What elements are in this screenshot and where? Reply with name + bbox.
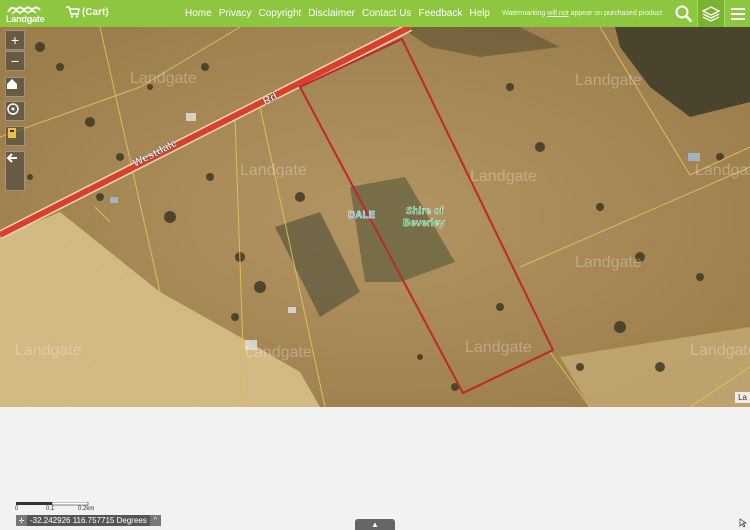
top-bar: Landgate (Cart) Home Privacy Copyright D… <box>0 0 750 27</box>
nav-feedback[interactable]: Feedback <box>418 8 462 19</box>
map-canvas[interactable]: Landgate Landgate Landgate Landgate Land… <box>0 27 750 407</box>
home-button[interactable] <box>5 77 25 97</box>
scale-bar: 0 0.1 0.2km <box>15 502 100 512</box>
watermark-text: Landgate <box>130 70 197 87</box>
zoom-out-icon: − <box>10 53 20 69</box>
nav-disclaimer[interactable]: Disclaimer <box>308 8 355 19</box>
layers-icon <box>702 5 720 22</box>
main-nav: Home Privacy Copyright Disclaimer Contac… <box>185 8 497 19</box>
menu-button[interactable] <box>724 0 750 27</box>
watermark-text: Landgate <box>465 339 532 356</box>
nav-home[interactable]: Home <box>185 8 212 19</box>
scale-label-end: 0.2km <box>78 506 95 512</box>
home-icon <box>7 79 17 89</box>
search-icon <box>675 5 693 22</box>
coordinate-mode-button[interactable]: ✛ <box>16 515 27 526</box>
chevron-up-icon: ^ <box>153 517 157 524</box>
cart-label: (Cart) <box>82 6 109 18</box>
logo-text: Landgate <box>6 14 45 24</box>
legend-button[interactable] <box>5 126 25 146</box>
layers-button[interactable] <box>697 0 724 27</box>
zoom-out-button[interactable]: − <box>5 51 25 71</box>
aerial-map[interactable]: Landgate Landgate Landgate Landgate Land… <box>0 27 750 407</box>
crosshair-icon: ✛ <box>18 517 25 525</box>
nav-copyright[interactable]: Copyright <box>258 8 301 19</box>
zoom-in-icon: + <box>10 32 20 48</box>
coordinates-text: -32.242926 116.757715 Degrees <box>30 516 147 525</box>
zoom-in-button[interactable]: + <box>5 30 25 50</box>
scale-label-mid: 0.1 <box>46 506 55 512</box>
coordinate-expand-button[interactable]: ^ <box>149 515 161 526</box>
watermark-text: Landgate <box>245 344 312 361</box>
menu-icon <box>731 7 745 20</box>
nav-contact-us[interactable]: Contact Us <box>362 8 411 19</box>
search-button[interactable] <box>672 0 696 27</box>
watermark-text: Landgate <box>695 162 750 179</box>
watermark-text: Landgate <box>470 168 537 185</box>
watermark-note: Watermarking will not appear on purchase… <box>502 10 663 17</box>
watermark-text: Landgate <box>15 342 82 359</box>
shire-label-line2: Beverley <box>403 218 445 229</box>
nav-privacy[interactable]: Privacy <box>219 8 252 19</box>
landgate-logo[interactable]: Landgate <box>6 2 46 26</box>
locate-icon <box>7 103 19 115</box>
cart-button[interactable]: (Cart) <box>66 6 109 18</box>
scale-label-0: 0 <box>15 506 19 512</box>
back-button[interactable] <box>5 151 25 191</box>
locate-button[interactable] <box>5 101 25 121</box>
panel-expand-tab[interactable]: ▲ <box>355 519 395 530</box>
watermark-text: Landgate <box>690 342 750 359</box>
corner-label: La <box>735 392 750 403</box>
cart-icon <box>66 6 80 18</box>
back-icon <box>6 153 17 163</box>
watermark-text: Landgate <box>575 254 642 271</box>
shire-label-line1: Shire of <box>406 206 444 217</box>
locality-label: DALE <box>348 210 376 221</box>
nav-help[interactable]: Help <box>469 8 490 19</box>
coordinate-readout: ✛ -32.242926 116.757715 Degrees ^ <box>16 515 161 526</box>
watermark-text: Landgate <box>240 162 307 179</box>
resize-cursor-icon <box>739 518 748 528</box>
caret-up-icon: ▲ <box>371 520 379 529</box>
watermark-text: Landgate <box>575 72 642 89</box>
legend-icon <box>8 128 16 138</box>
